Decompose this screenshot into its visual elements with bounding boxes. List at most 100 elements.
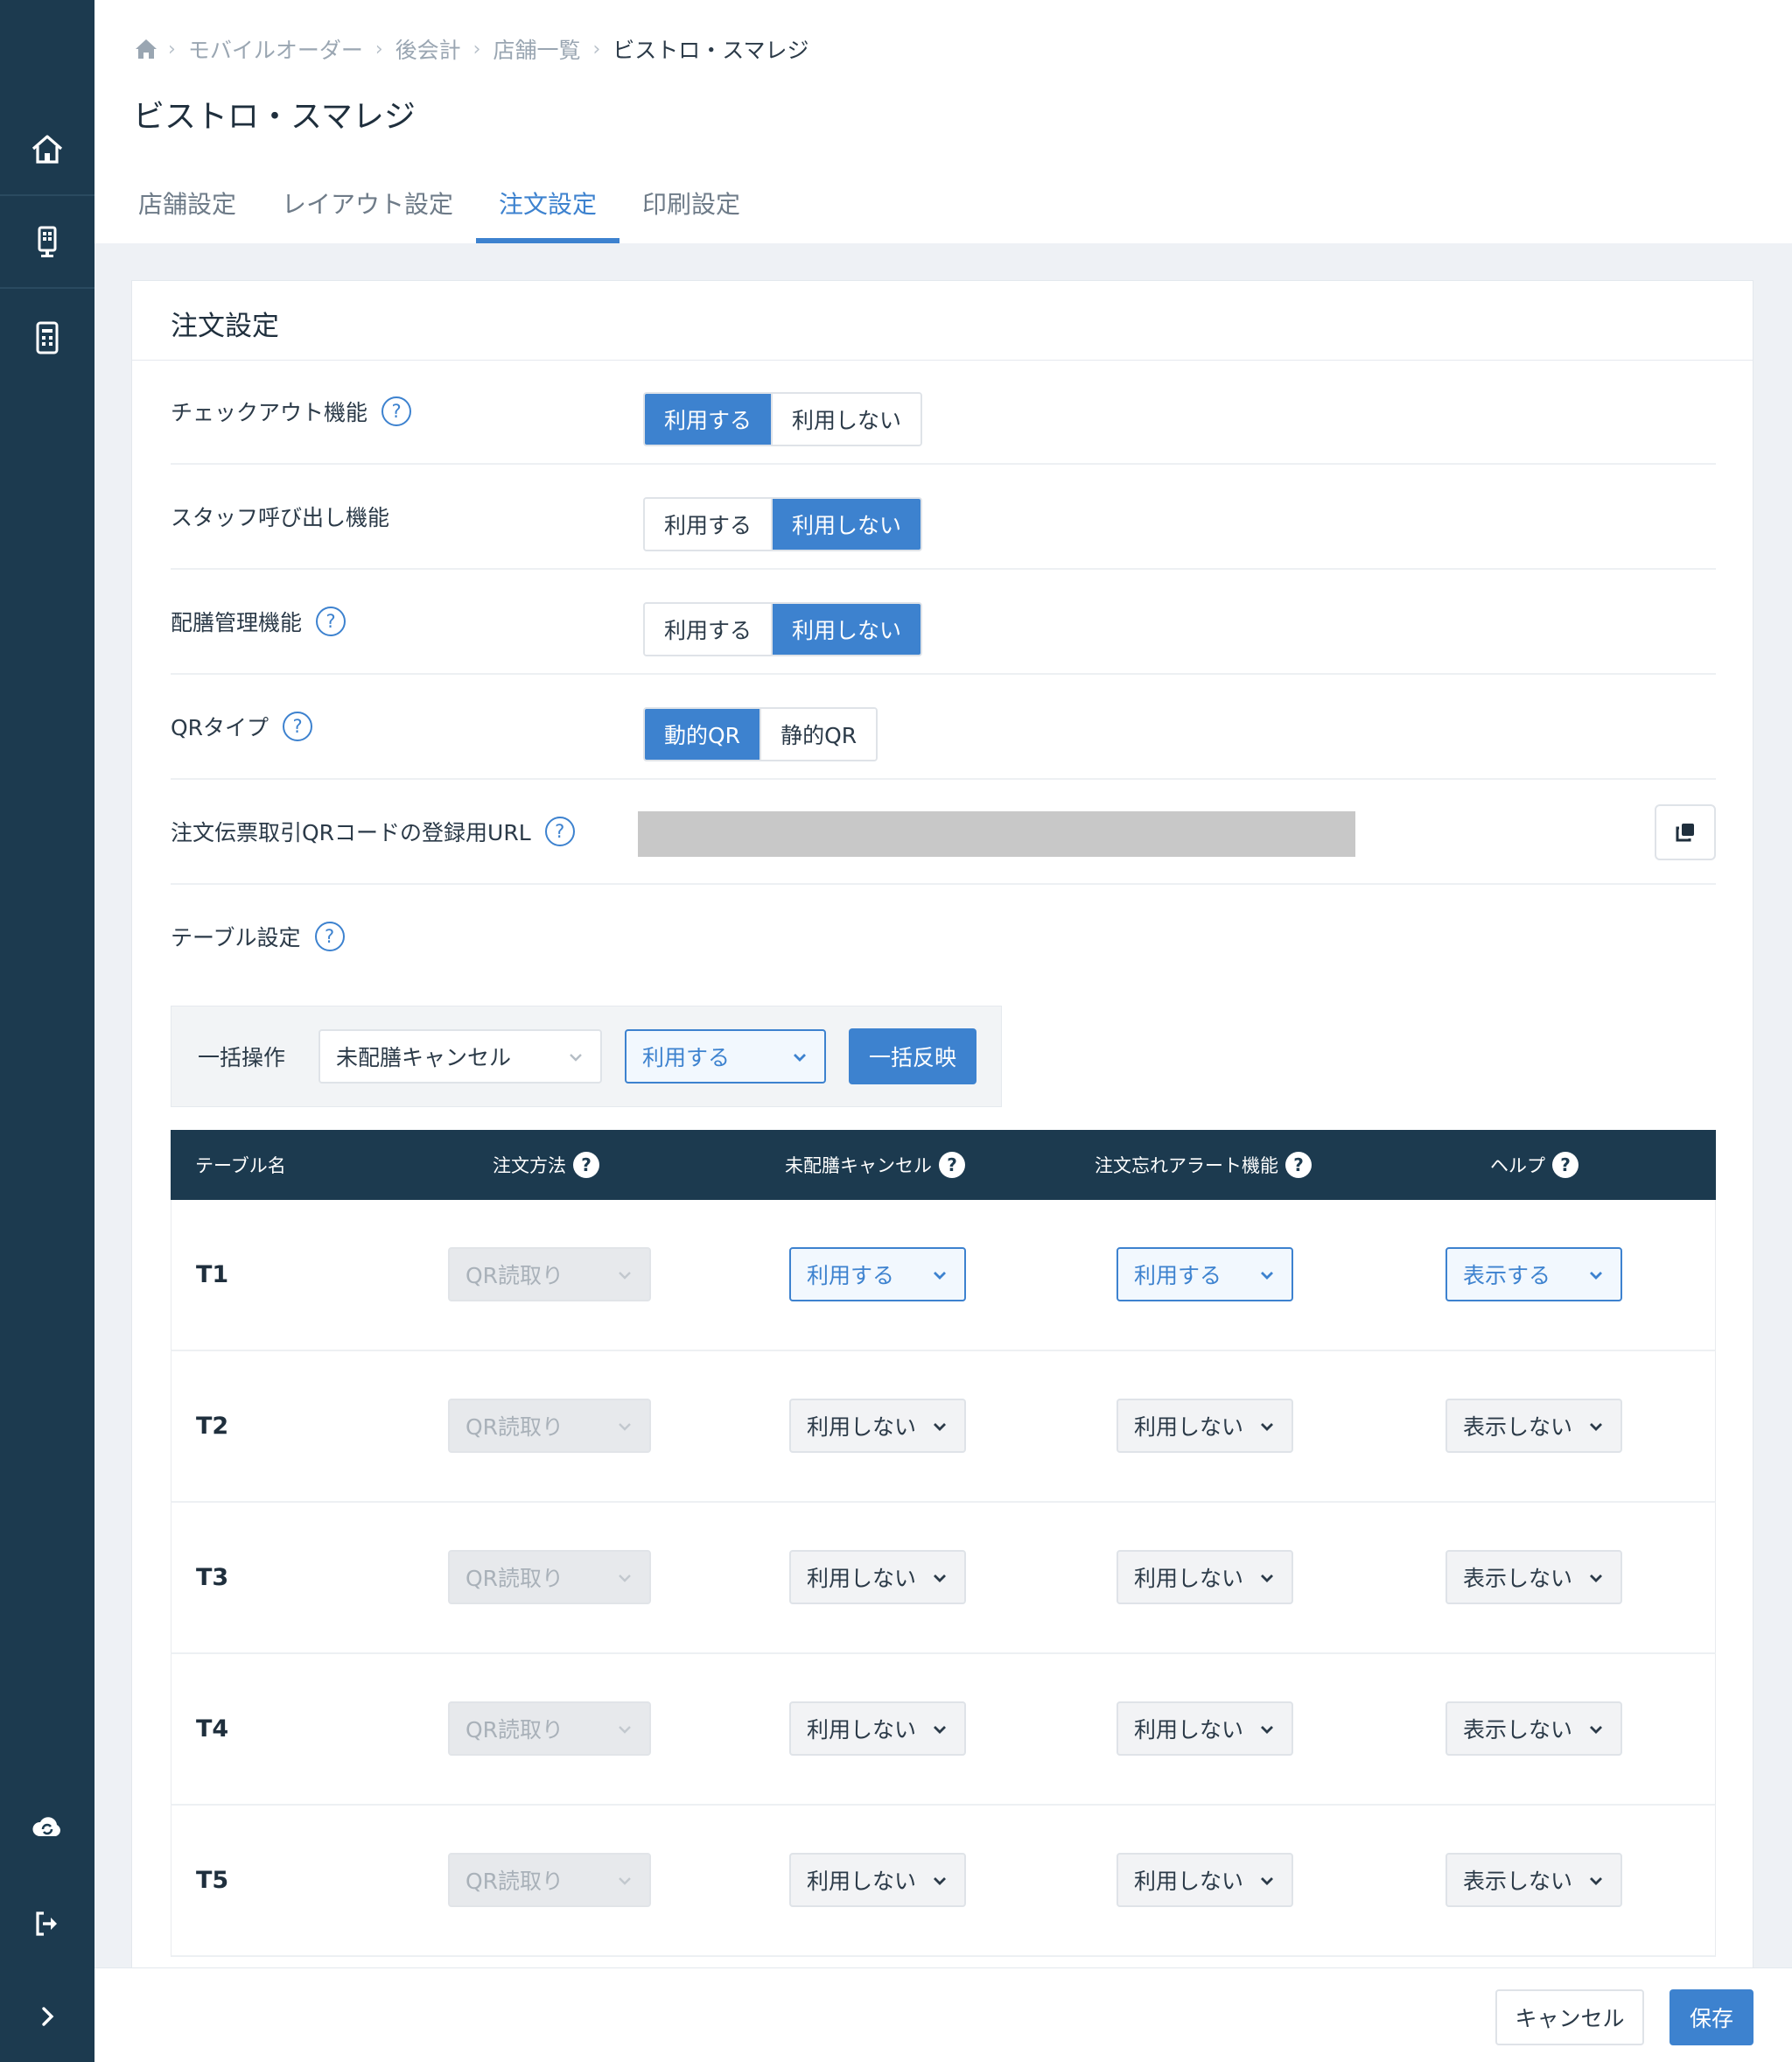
help-icon[interactable]: ? (283, 712, 313, 741)
unserved-cancel-select[interactable]: 利用する (789, 1247, 966, 1301)
checkout-use-option[interactable]: 利用する (645, 394, 772, 445)
select-value: 利用しない (1134, 1717, 1244, 1743)
chevron-down-icon (1590, 1877, 1602, 1885)
order-alert-select[interactable]: 利用しない (1116, 1399, 1293, 1453)
order-nav-button[interactable] (0, 292, 94, 383)
bulk-apply-button[interactable]: 一括反映 (849, 1028, 976, 1084)
setting-row-qr-type: QRタイプ? 動的QR 静的QR (171, 675, 1716, 780)
tab-store-settings[interactable]: 店舗設定 (116, 175, 259, 243)
help-display-select[interactable]: 表示しない (1446, 1399, 1622, 1453)
order-alert-select[interactable]: 利用しない (1116, 1701, 1293, 1756)
checkout-label: チェックアウト機能 (171, 400, 368, 425)
order-method-select[interactable]: QR読取り (448, 1550, 651, 1604)
breadcrumb-mobile-order[interactable]: モバイルオーダー (188, 33, 363, 65)
chevron-down-icon (619, 1423, 631, 1431)
bulk-target-select[interactable]: 未配膳キャンセル (318, 1029, 602, 1084)
bulk-value-select[interactable]: 利用する (625, 1029, 826, 1084)
setting-label: チェックアウト機能? (171, 360, 412, 463)
th-label: 未配膳キャンセル (785, 1155, 932, 1176)
select-value: QR読取り (466, 1414, 564, 1440)
help-icon[interactable]: ? (314, 922, 345, 951)
chevron-down-icon (1590, 1423, 1602, 1431)
help-icon[interactable]: ? (1285, 1152, 1312, 1178)
help-icon[interactable]: ? (1552, 1152, 1578, 1178)
table-setting-label: テーブル設定 (171, 925, 301, 950)
th-label: 注文方法 (493, 1155, 566, 1176)
breadcrumb-current: ビストロ・スマレジ (612, 38, 809, 63)
chevron-down-icon (619, 1575, 631, 1582)
sidebar (0, 0, 94, 2062)
help-icon[interactable]: ? (939, 1152, 965, 1178)
table-name: T4 (196, 1715, 229, 1743)
select-value: 利用しない (807, 1414, 917, 1440)
order-alert-select[interactable]: 利用しない (1116, 1853, 1293, 1907)
serving-nouse-option[interactable]: 利用しない (771, 604, 921, 655)
copy-url-button[interactable] (1655, 804, 1716, 860)
th-help: ヘルプ? (1490, 1130, 1578, 1200)
staff-call-use-option[interactable]: 利用する (645, 499, 772, 550)
setting-label: 配膳管理機能? (171, 570, 346, 673)
home-nav-button[interactable] (0, 105, 94, 196)
help-display-select[interactable]: 表示しない (1446, 1853, 1622, 1907)
help-icon[interactable]: ? (544, 817, 575, 846)
chevron-right-icon: › (374, 38, 383, 60)
order-method-select[interactable]: QR読取り (448, 1399, 651, 1453)
logout-icon (36, 1911, 57, 1936)
table-row: T1 QR読取り 利用する 利用する 表示する (171, 1200, 1716, 1351)
tab-bar: 店舗設定 レイアウト設定 注文設定 印刷設定 (116, 175, 763, 243)
home-icon[interactable] (133, 36, 159, 62)
qr-type-toggle: 動的QR 静的QR (643, 707, 878, 761)
tab-layout-settings[interactable]: レイアウト設定 (259, 175, 476, 243)
select-value: QR読取り (466, 1869, 564, 1894)
select-value: QR読取り (466, 1717, 564, 1743)
order-method-select[interactable]: QR読取り (448, 1701, 651, 1756)
setting-row-staff-call: スタッフ呼び出し機能 利用する 利用しない (171, 465, 1716, 570)
chevron-down-icon (1590, 1272, 1602, 1280)
unserved-cancel-select[interactable]: 利用しない (789, 1853, 966, 1907)
order-alert-select[interactable]: 利用しない (1116, 1550, 1293, 1604)
unserved-cancel-select[interactable]: 利用しない (789, 1399, 966, 1453)
help-display-select[interactable]: 表示しない (1446, 1701, 1622, 1756)
help-display-select[interactable]: 表示する (1446, 1247, 1622, 1301)
registration-url-field[interactable] (638, 811, 1355, 857)
serving-use-option[interactable]: 利用する (645, 604, 772, 655)
unserved-cancel-select[interactable]: 利用しない (789, 1550, 966, 1604)
chevron-down-icon (619, 1877, 631, 1885)
expand-sidebar-button[interactable] (0, 1971, 94, 2062)
staff-call-nouse-option[interactable]: 利用しない (771, 499, 921, 550)
unserved-cancel-select[interactable]: 利用しない (789, 1701, 966, 1756)
breadcrumb-post-payment[interactable]: 後会計 (396, 33, 461, 65)
chevron-down-icon (1590, 1726, 1602, 1734)
cancel-button[interactable]: キャンセル (1495, 1989, 1644, 2045)
order-alert-select[interactable]: 利用する (1116, 1247, 1293, 1301)
select-value: 利用しない (1134, 1869, 1244, 1894)
logout-nav-button[interactable] (0, 1878, 94, 1969)
static-qr-option[interactable]: 静的QR (760, 709, 877, 760)
table-name: T1 (196, 1261, 229, 1288)
sync-nav-button[interactable] (0, 1782, 94, 1873)
save-button[interactable]: 保存 (1670, 1989, 1754, 2045)
serving-label: 配膳管理機能 (171, 610, 303, 635)
select-value: 表示しない (1463, 1717, 1573, 1743)
help-icon[interactable]: ? (316, 607, 346, 636)
bulk-label: 一括操作 (198, 1045, 286, 1070)
cloud-sync-icon (32, 1817, 60, 1836)
chevron-down-icon (1261, 1877, 1273, 1885)
tab-order-settings[interactable]: 注文設定 (476, 175, 620, 243)
breadcrumb-store-list[interactable]: 店舗一覧 (493, 33, 580, 65)
dynamic-qr-option[interactable]: 動的QR (645, 709, 760, 760)
tab-print-settings[interactable]: 印刷設定 (620, 175, 763, 243)
table-header: テーブル名 注文方法? 未配膳キャンセル? 注文忘れアラート機能? ヘルプ? (171, 1130, 1716, 1200)
order-method-select[interactable]: QR読取り (448, 1247, 651, 1301)
setting-row-table: テーブル設定? (171, 885, 1716, 990)
chevron-down-icon (570, 1054, 582, 1062)
help-icon[interactable]: ? (382, 396, 412, 426)
order-method-select[interactable]: QR読取り (448, 1853, 651, 1907)
select-value: 利用しない (1134, 1414, 1244, 1440)
help-display-select[interactable]: 表示しない (1446, 1550, 1622, 1604)
chevron-down-icon (1261, 1575, 1273, 1582)
home-icon (32, 135, 63, 164)
checkout-nouse-option[interactable]: 利用しない (771, 394, 921, 445)
device-nav-button[interactable] (0, 198, 94, 289)
help-icon[interactable]: ? (573, 1152, 599, 1178)
